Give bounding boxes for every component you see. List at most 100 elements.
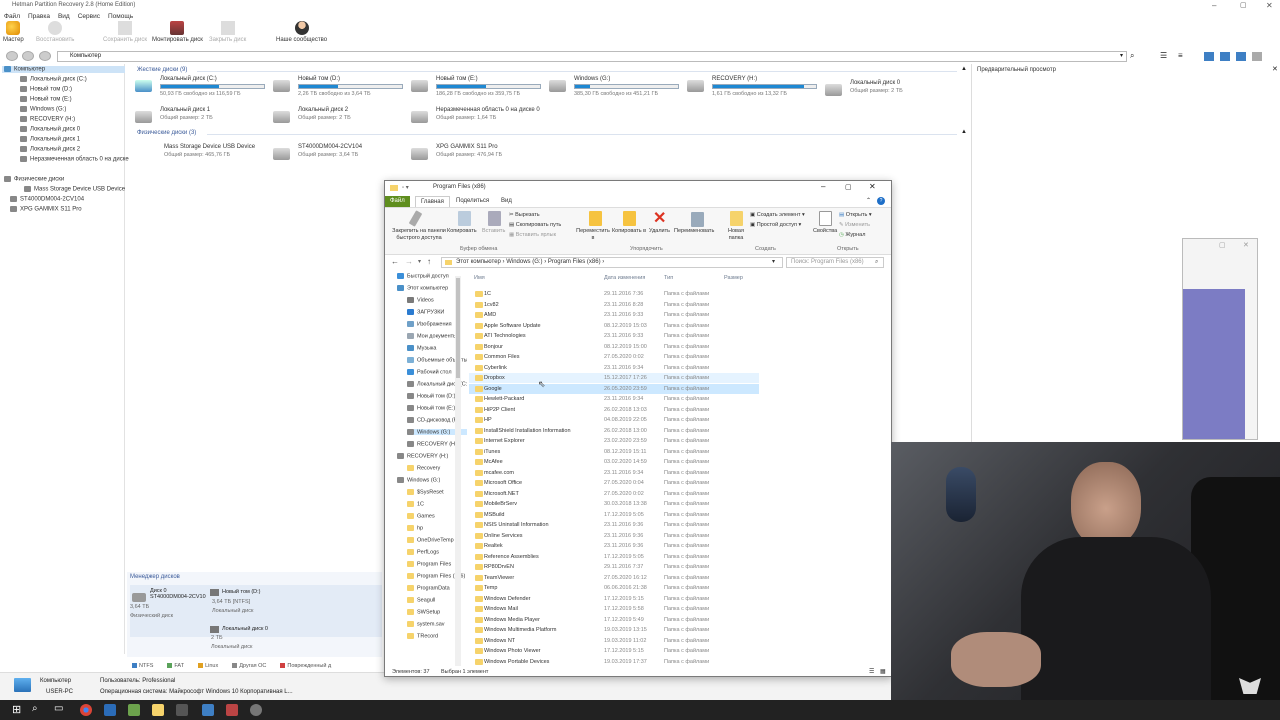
nav-item[interactable]: Этот компьютер	[397, 285, 457, 291]
file-row[interactable]: Windows Mail 17.12.2019 5:58 Папка с файла…	[469, 604, 759, 614]
disk-row[interactable]: Диск 0 ST4000DM004-2CV10 3,64 ТБ Физичес…	[130, 585, 382, 637]
cut-button[interactable]: ✂ Вырезать	[509, 212, 540, 219]
maximize-button[interactable]: ▢	[845, 183, 852, 191]
file-row[interactable]: AMD 23.11.2016 9:33 Папка с файлами	[469, 310, 759, 320]
new-folder-button[interactable]: Новая папка	[723, 228, 749, 242]
file-row[interactable]: McAfee 03.02.2020 14:59 Папка с файлами	[469, 457, 759, 467]
window-minimize-button[interactable]: –	[1212, 0, 1216, 11]
file-row[interactable]: HiP2P Client 26.02.2018 13:03 Папка с файл…	[469, 405, 759, 415]
layout-icon-1[interactable]	[1204, 52, 1214, 61]
nav-item[interactable]: Быстрый доступ	[397, 273, 457, 279]
drive-item[interactable]: Локальный диск 2 Общий размер: 2 ТБ	[273, 107, 398, 131]
tab-file[interactable]: Файл	[385, 196, 410, 207]
file-row[interactable]: Bonjour 08.12.2019 15:00 Папка с файлами	[469, 342, 759, 352]
breadcrumb-this-pc[interactable]: Этот компьютер	[456, 259, 501, 265]
paste-shortcut-button[interactable]: ▦ Вставить ярлык	[509, 232, 556, 239]
file-row[interactable]: Windows Portable Devices 19.03.2019 17:37…	[469, 657, 759, 667]
drive-item[interactable]: Неразмеченная область 0 на диске 0 Общий …	[411, 107, 540, 131]
minimize-button[interactable]: –	[821, 182, 825, 191]
collapse-icon[interactable]: ▲	[961, 66, 967, 72]
file-row[interactable]: Hewlett-Packard 23.11.2016 9:34 Папка с фа…	[469, 394, 759, 404]
menu-help[interactable]: Помощь	[108, 13, 133, 20]
mail-icon[interactable]	[202, 704, 214, 716]
easy-access-button[interactable]: ▣ Простой доступ ▾	[750, 222, 801, 229]
file-row[interactable]: 1cv82 23.11.2016 8:28 Папка с файлами	[469, 300, 759, 310]
column-name[interactable]: Имя	[474, 275, 485, 281]
community-button[interactable]: Наше сообщество	[276, 21, 327, 43]
view-list-icon[interactable]: ☰	[1160, 51, 1167, 60]
tree-item[interactable]: Новый том (D:)	[18, 86, 72, 93]
tree-item[interactable]: Новый том (E:)	[18, 96, 72, 103]
restore-button[interactable]: Восстановить	[36, 21, 74, 43]
file-row[interactable]: TeamViewer 27.05.2020 16:12 Папка с файлам…	[469, 573, 759, 583]
drive-item[interactable]: Локальный диск 1 Общий размер: 2 ТБ	[135, 107, 260, 131]
file-row[interactable]: HP 04.08.2019 22:05 Папка с файлами	[469, 415, 759, 425]
up-button[interactable]	[39, 51, 51, 61]
search-icon[interactable]: ⌕	[32, 703, 38, 714]
history-button[interactable]: ◷ Журнал	[839, 232, 865, 239]
explorer-path[interactable]: Этот компьютер › Windows (G:) › Program …	[441, 257, 783, 268]
copy-button[interactable]: Копировать	[447, 228, 477, 235]
file-row[interactable]: Windows Multimedia Platform 19.03.2019 13…	[469, 625, 759, 635]
tree-item[interactable]: RECOVERY (H:)	[18, 116, 75, 123]
window-maximize-button[interactable]: ▢	[1240, 0, 1247, 11]
explorer-icon[interactable]	[152, 704, 164, 716]
file-row[interactable]: Apple Software Update 08.12.2019 15:03 Пап…	[469, 321, 759, 331]
new-item-button[interactable]: ▣ Создать элемент ▾	[750, 212, 805, 219]
file-row[interactable]: Common Files 27.05.2020 0:02 Папка с файла…	[469, 352, 759, 362]
app-icon[interactable]	[250, 704, 262, 716]
move-to-button[interactable]: Переместить в	[575, 228, 611, 242]
menu-service[interactable]: Сервис	[78, 13, 100, 20]
copy-path-button[interactable]: ▤ Скопировать путь	[509, 222, 561, 229]
task-view-icon[interactable]: ▭	[54, 703, 63, 714]
delete-button[interactable]: Удалить	[649, 228, 670, 235]
notepad-icon[interactable]	[128, 704, 140, 716]
help-icon[interactable]: ?	[877, 197, 885, 205]
file-row[interactable]: MobileBrServ 30.03.2018 13:38 Папка с файл…	[469, 499, 759, 509]
file-row[interactable]: mcafee.com 23.11.2016 9:34 Папка с файлами	[469, 468, 759, 478]
window-close-button[interactable]: ✕	[1266, 0, 1273, 11]
file-row[interactable]: Realtek 23.11.2016 9:36 Папка с файлами	[469, 541, 759, 551]
drive-item[interactable]: Windows (G:) 385,30 ГБ свободно из 451,21…	[549, 76, 679, 100]
address-dropdown-icon[interactable]: ▾	[1120, 52, 1123, 59]
recent-dropdown-icon[interactable]: ▾	[418, 258, 421, 265]
file-row[interactable]: Online Services 23.11.2016 9:36 Папка с фа…	[469, 531, 759, 541]
properties-button[interactable]: Свойства	[813, 228, 837, 235]
search-icon[interactable]: ⌕	[1130, 51, 1134, 61]
open-button[interactable]: ▤ Открыть ▾	[839, 212, 872, 219]
column-date[interactable]: Дата изменения	[604, 275, 645, 281]
tree-computer[interactable]: Компьютер	[2, 66, 125, 73]
back-button[interactable]	[6, 51, 18, 61]
view-details-icon[interactable]: ≡	[1178, 51, 1183, 60]
file-row[interactable]: iTunes 08.12.2019 15:11 Папка с файлами	[469, 447, 759, 457]
drive-item[interactable]: Локальный диск (C:) 50,93 ГБ свободно из …	[135, 76, 265, 100]
drive-item[interactable]: RECOVERY (H:) 1,61 ГБ свободно из 13,32 Г…	[687, 76, 817, 100]
chrome-icon[interactable]	[80, 704, 92, 716]
tree-item[interactable]: Локальный диск 2	[18, 146, 80, 153]
nav-item[interactable]: Windows (G:)	[397, 477, 457, 483]
wizard-button[interactable]: Мастер	[3, 21, 24, 43]
vscode-icon[interactable]	[104, 704, 116, 716]
file-row[interactable]: Google 26.05.2020 23:59 Папка с файлами	[469, 383, 759, 394]
forward-button[interactable]	[22, 51, 34, 61]
rename-button[interactable]: Переименовать	[674, 228, 714, 235]
tree-physical-disks[interactable]: Физические диски	[2, 176, 64, 183]
file-row[interactable]: Internet Explorer 23.02.2020 23:59 Папка с…	[469, 436, 759, 446]
file-row[interactable]: Windows NT 19.03.2019 11:02 Папка с файлам…	[469, 636, 759, 646]
back-arrow-icon[interactable]: ←	[391, 257, 399, 266]
nav-item[interactable]: RECOVERY (H:)	[397, 453, 457, 459]
app-icon[interactable]	[176, 704, 188, 716]
mount-disk-button[interactable]: Монтировать диск	[152, 21, 203, 43]
details-view-icon[interactable]: ☰	[869, 667, 874, 677]
background-window[interactable]: ▢ ✕	[1182, 238, 1258, 440]
file-row[interactable]: Cyberlink 23.11.2016 9:34 Папка с файлами	[469, 363, 759, 373]
tree-item[interactable]: XPG GAMMIX S11 Pro	[8, 206, 82, 213]
drive-item[interactable]: Mass Storage Device USB Device Общий разм…	[139, 144, 264, 168]
menu-view[interactable]: Вид	[58, 13, 70, 20]
close-disk-button[interactable]: Закрыть диск	[209, 21, 246, 43]
tree-item[interactable]: Неразмеченная область 0 на диске	[18, 156, 129, 163]
edit-button[interactable]: ✎ Изменить	[839, 222, 870, 229]
copy-to-button[interactable]: Копировать в	[611, 228, 647, 235]
nav-scrollbar[interactable]	[455, 276, 461, 666]
drive-item[interactable]: XPG GAMMIX S11 Pro Общий размер: 476,94 Г…	[411, 144, 536, 168]
